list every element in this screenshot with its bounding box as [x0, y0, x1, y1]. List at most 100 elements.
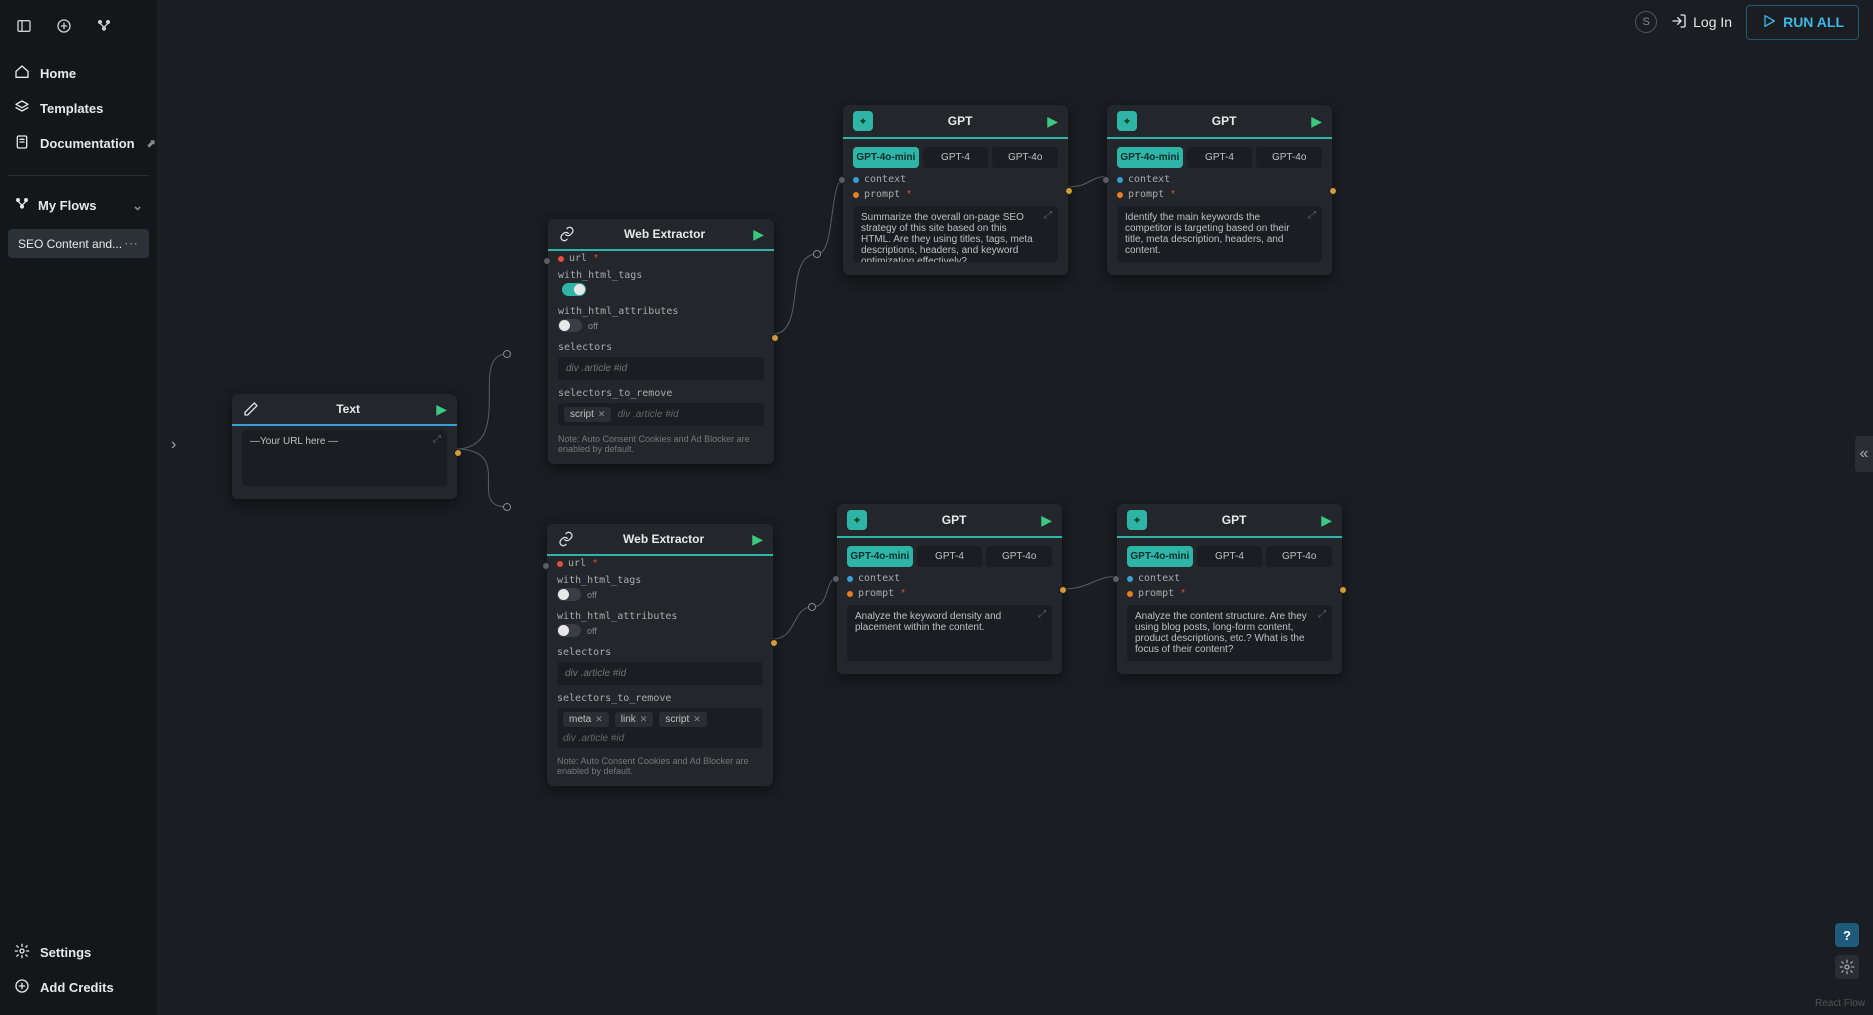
login-button[interactable]: Log In — [1671, 13, 1732, 32]
node-text[interactable]: Text ▶ ⤢ — [232, 394, 457, 499]
expand-chevron[interactable]: › — [171, 436, 176, 454]
play-icon[interactable]: ▶ — [752, 531, 763, 548]
selectors-input[interactable] — [558, 357, 764, 380]
tab-gpt4o-mini[interactable]: GPT-4o-mini — [1127, 546, 1193, 567]
close-icon[interactable]: ✕ — [595, 714, 603, 725]
side-panel-toggle[interactable]: « — [1855, 436, 1873, 472]
chip[interactable]: script✕ — [659, 712, 706, 727]
node-header: Text ▶ — [232, 394, 457, 426]
selectors-remove-input[interactable]: script✕ div .article #id — [558, 403, 764, 426]
canvas-settings-button[interactable] — [1835, 955, 1859, 979]
flow-icon[interactable] — [94, 16, 114, 36]
edge-handle[interactable] — [813, 250, 821, 258]
tab-gpt4o[interactable]: GPT-4o — [986, 546, 1052, 567]
expand-icon[interactable]: ⤢ — [433, 434, 441, 445]
login-icon — [1671, 13, 1687, 32]
node-web-extractor-1[interactable]: Web Extractor ▶ url * with_html_tags wit… — [548, 219, 774, 464]
tab-gpt4o[interactable]: GPT-4o — [1266, 546, 1332, 567]
text-input[interactable] — [242, 430, 447, 486]
play-icon[interactable]: ▶ — [1041, 512, 1052, 529]
tab-gpt4o[interactable]: GPT-4o — [992, 147, 1058, 168]
panel-icon[interactable] — [14, 16, 34, 36]
tab-gpt4[interactable]: GPT-4 — [1187, 147, 1253, 168]
node-title: Web Extractor — [584, 227, 745, 241]
close-icon[interactable]: ✕ — [693, 714, 701, 725]
nav-label: Documentation — [40, 136, 135, 151]
node-title: GPT — [1145, 114, 1303, 128]
chip[interactable]: script✕ — [564, 407, 611, 422]
node-gpt-4[interactable]: ✦ GPT ▶ GPT-4o-mini GPT-4 GPT-4o context… — [1117, 504, 1342, 674]
chip[interactable]: meta✕ — [563, 712, 609, 727]
run-all-button[interactable]: RUN ALL — [1746, 5, 1859, 40]
prompt-textarea[interactable] — [1117, 206, 1322, 262]
chip[interactable]: link✕ — [615, 712, 654, 727]
output-handle[interactable] — [1339, 586, 1347, 594]
edge-handle[interactable] — [808, 603, 816, 611]
prompt-textarea[interactable] — [853, 206, 1058, 262]
node-gpt-1[interactable]: ✦ GPT ▶ GPT-4o-mini GPT-4 GPT-4o context… — [843, 105, 1068, 275]
canvas[interactable]: › Text ▶ ⤢ Web Extractor ▶ url * with_ht… — [157, 44, 1873, 1015]
tab-gpt4[interactable]: GPT-4 — [923, 147, 989, 168]
output-handle[interactable] — [1065, 187, 1073, 195]
input-handle[interactable] — [542, 562, 550, 570]
toggle-html-attrs: off — [548, 317, 774, 338]
close-icon[interactable]: ✕ — [598, 409, 606, 420]
required-mark: * — [901, 588, 905, 599]
input-handle[interactable] — [543, 257, 551, 265]
play-icon[interactable]: ▶ — [1321, 512, 1332, 529]
port-label: prompt — [864, 189, 900, 200]
nav-add-credits[interactable]: Add Credits — [0, 970, 157, 1005]
input-handle[interactable] — [838, 176, 846, 184]
prompt-textarea[interactable] — [1127, 605, 1332, 661]
nav-home[interactable]: Home — [0, 56, 157, 91]
toggle[interactable] — [558, 319, 582, 332]
output-handle[interactable] — [771, 334, 779, 342]
nav-templates[interactable]: Templates — [0, 91, 157, 126]
field-label: with_html_tags — [548, 266, 774, 281]
expand-icon[interactable]: ⤢ — [1044, 210, 1052, 221]
toggle[interactable] — [562, 283, 586, 296]
output-handle[interactable] — [1329, 187, 1337, 195]
tab-gpt4[interactable]: GPT-4 — [917, 546, 983, 567]
play-icon[interactable]: ▶ — [436, 401, 447, 418]
nav-settings[interactable]: Settings — [0, 935, 157, 970]
expand-icon[interactable]: ⤢ — [1308, 210, 1316, 221]
edge-handle[interactable] — [503, 350, 511, 358]
node-gpt-3[interactable]: ✦ GPT ▶ GPT-4o-mini GPT-4 GPT-4o context… — [837, 504, 1062, 674]
port-label: context — [858, 573, 900, 584]
more-icon[interactable]: ⋯ — [124, 235, 139, 252]
selectors-input[interactable] — [557, 662, 763, 685]
input-handle[interactable] — [1112, 575, 1120, 583]
node-web-extractor-2[interactable]: Web Extractor ▶ url * with_html_tags off… — [547, 524, 773, 786]
toggle[interactable] — [557, 624, 581, 637]
tab-gpt4[interactable]: GPT-4 — [1197, 546, 1263, 567]
nav-documentation[interactable]: Documentation ⬈ — [0, 126, 157, 161]
port-context: context — [843, 172, 1068, 187]
tab-gpt4o-mini[interactable]: GPT-4o-mini — [847, 546, 913, 567]
help-button[interactable]: ? — [1835, 923, 1859, 947]
play-icon[interactable]: ▶ — [1311, 113, 1322, 130]
play-icon[interactable]: ▶ — [1047, 113, 1058, 130]
edge-handle[interactable] — [503, 503, 511, 511]
output-handle[interactable] — [770, 639, 778, 647]
toggle[interactable] — [557, 588, 581, 601]
tab-gpt4o[interactable]: GPT-4o — [1256, 147, 1322, 168]
flow-icon — [14, 196, 30, 215]
input-handle[interactable] — [832, 575, 840, 583]
flow-item-seo[interactable]: SEO Content and... ⋯ — [8, 229, 149, 258]
my-flows-header[interactable]: My Flows ⌄ — [0, 186, 157, 225]
output-handle[interactable] — [1059, 586, 1067, 594]
prompt-textarea[interactable] — [847, 605, 1052, 661]
input-handle[interactable] — [1102, 176, 1110, 184]
tab-gpt4o-mini[interactable]: GPT-4o-mini — [1117, 147, 1183, 168]
play-icon[interactable]: ▶ — [753, 226, 764, 243]
expand-icon[interactable]: ⤢ — [1038, 609, 1046, 620]
tab-gpt4o-mini[interactable]: GPT-4o-mini — [853, 147, 919, 168]
add-icon[interactable] — [54, 16, 74, 36]
selectors-remove-input[interactable]: meta✕ link✕ script✕ div .article #id — [557, 708, 763, 748]
node-gpt-2[interactable]: ✦ GPT ▶ GPT-4o-mini GPT-4 GPT-4o context… — [1107, 105, 1332, 275]
close-icon[interactable]: ✕ — [640, 714, 648, 725]
expand-icon[interactable]: ⤢ — [1318, 609, 1326, 620]
output-handle[interactable] — [454, 449, 462, 457]
port-url: url * — [547, 556, 773, 571]
